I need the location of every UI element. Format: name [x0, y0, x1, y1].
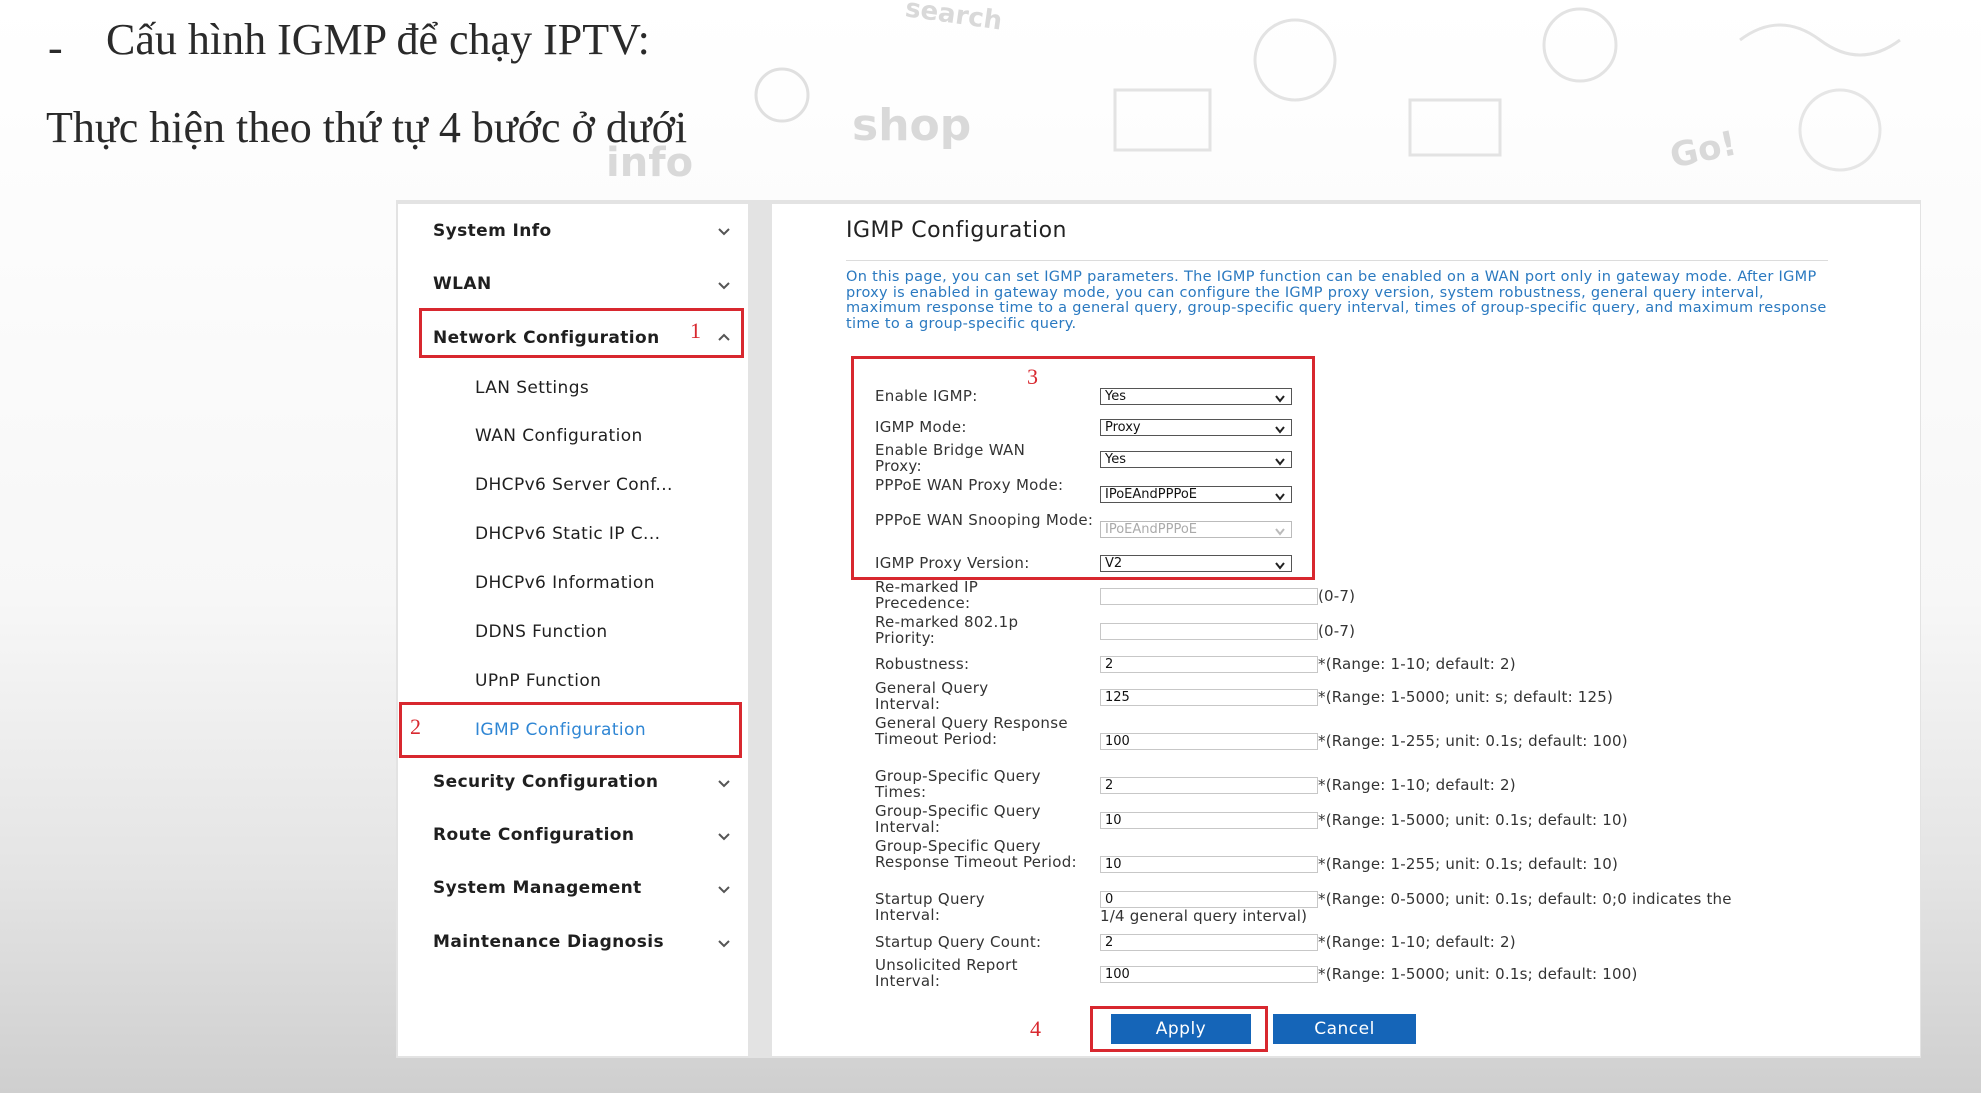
- sidebar-item-maintenance-diagnosis[interactable]: Maintenance Diagnosis: [433, 932, 664, 952]
- ip-precedence-input[interactable]: [1100, 588, 1318, 605]
- sidebar-item-wan-configuration[interactable]: WAN Configuration: [475, 426, 643, 446]
- general-query-interval-label: General Query Interval:: [875, 679, 989, 713]
- ip-precedence-label: Re-marked IP Precedence:: [875, 578, 979, 612]
- startup-query-interval-hint-cont: 1/4 general query interval): [1100, 907, 1308, 925]
- chevron-down-icon: [1275, 559, 1285, 574]
- step4-number: 4: [1030, 1016, 1041, 1041]
- priority-8021p-hint: (0-7): [1318, 622, 1356, 640]
- chevron-down-icon: [1275, 525, 1285, 540]
- chevron-down-icon: [1275, 392, 1285, 407]
- unsolicited-report-interval-input[interactable]: 100: [1100, 966, 1318, 983]
- cancel-button[interactable]: Cancel: [1273, 1014, 1416, 1044]
- pppoe-proxy-mode-value: IPoEAndPPPoE: [1105, 487, 1197, 502]
- sidebar-item-dhcpv6-static-ip[interactable]: DHCPv6 Static IP C...: [475, 524, 660, 544]
- priority-8021p-input[interactable]: [1100, 623, 1318, 640]
- chevron-down-icon[interactable]: [718, 226, 730, 238]
- enable-igmp-label: Enable IGMP:: [875, 387, 978, 405]
- sidebar-item-security-configuration[interactable]: Security Configuration: [433, 772, 658, 792]
- gs-query-interval-input[interactable]: 10: [1100, 812, 1318, 829]
- enable-igmp-select[interactable]: Yes: [1100, 388, 1292, 405]
- igmp-mode-select[interactable]: Proxy: [1100, 419, 1292, 436]
- general-query-timeout-hint: *(Range: 1-255; unit: 0.1s; default: 100…: [1318, 732, 1628, 750]
- chevron-down-icon[interactable]: [718, 778, 730, 790]
- sidebar-item-system-info[interactable]: System Info: [433, 221, 552, 241]
- page-title: IGMP Configuration: [846, 218, 1067, 243]
- robustness-input[interactable]: 2: [1100, 656, 1318, 673]
- slide-subheading: Thực hiện theo thứ tự 4 bước ở dưới: [46, 103, 688, 152]
- proxy-version-label: IGMP Proxy Version:: [875, 554, 1030, 572]
- slide-heading: Cấu hình IGMP để chạy IPTV:: [106, 15, 650, 64]
- robustness-label: Robustness:: [875, 655, 970, 673]
- robustness-hint: *(Range: 1-10; default: 2): [1318, 655, 1516, 673]
- chevron-down-icon: [1275, 490, 1285, 505]
- startup-query-count-label: Startup Query Count:: [875, 933, 1042, 951]
- sidebar-item-wlan[interactable]: WLAN: [433, 274, 492, 294]
- apply-button[interactable]: Apply: [1111, 1014, 1251, 1044]
- step2-number: 2: [410, 714, 421, 739]
- startup-query-count-hint: *(Range: 1-10; default: 2): [1318, 933, 1516, 951]
- chevron-down-icon[interactable]: [718, 831, 730, 843]
- chevron-down-icon[interactable]: [718, 280, 730, 292]
- startup-query-interval-input[interactable]: 0: [1100, 891, 1318, 908]
- title-divider: [846, 260, 1828, 261]
- gs-query-interval-label: Group-Specific Query Interval:: [875, 802, 1041, 836]
- priority-8021p-label: Re-marked 802.1p Priority:: [875, 613, 1019, 647]
- ip-precedence-hint: (0-7): [1318, 587, 1356, 605]
- sidebar-item-upnp-function[interactable]: UPnP Function: [475, 671, 601, 691]
- page-description: On this page, you can set IGMP parameter…: [846, 269, 1827, 332]
- step2-highlight: [399, 702, 742, 758]
- pppoe-snooping-mode-label: PPPoE WAN Snooping Mode:: [875, 511, 1094, 529]
- proxy-version-value: V2: [1105, 556, 1123, 571]
- sidebar-item-lan-settings[interactable]: LAN Settings: [475, 378, 589, 398]
- enable-igmp-value: Yes: [1105, 389, 1126, 404]
- sidebar-item-system-management[interactable]: System Management: [433, 878, 642, 898]
- startup-query-interval-hint: *(Range: 0-5000; unit: 0.1s; default: 0;…: [1318, 890, 1732, 908]
- startup-query-interval-label: Startup Query Interval:: [875, 890, 985, 924]
- pppoe-proxy-mode-label: PPPoE WAN Proxy Mode:: [875, 476, 1064, 494]
- sidebar-item-ddns-function[interactable]: DDNS Function: [475, 622, 608, 642]
- gs-query-interval-hint: *(Range: 1-5000; unit: 0.1s; default: 10…: [1318, 811, 1628, 829]
- gs-query-times-hint: *(Range: 1-10; default: 2): [1318, 776, 1516, 794]
- unsolicited-report-interval-label: Unsolicited Report Interval:: [875, 956, 1018, 990]
- unsolicited-report-interval-hint: *(Range: 1-5000; unit: 0.1s; default: 10…: [1318, 965, 1638, 983]
- chevron-down-icon[interactable]: [718, 884, 730, 896]
- sidebar-item-route-configuration[interactable]: Route Configuration: [433, 825, 634, 845]
- general-query-timeout-input[interactable]: 100: [1100, 733, 1318, 750]
- step3-number: 3: [1027, 364, 1038, 389]
- gs-query-timeout-input[interactable]: 10: [1100, 856, 1318, 873]
- chevron-down-icon: [1275, 423, 1285, 438]
- chevron-down-icon[interactable]: [718, 938, 730, 950]
- startup-query-count-input[interactable]: 2: [1100, 934, 1318, 951]
- general-query-timeout-label: General Query Response Timeout Period:: [875, 714, 1068, 748]
- chevron-down-icon: [1275, 455, 1285, 470]
- gs-query-timeout-label: Group-Specific Query Response Timeout Pe…: [875, 837, 1077, 871]
- bridge-wan-proxy-select[interactable]: Yes: [1100, 451, 1292, 468]
- general-query-interval-hint: *(Range: 1-5000; unit: s; default: 125): [1318, 688, 1614, 706]
- pppoe-proxy-mode-select[interactable]: IPoEAndPPPoE: [1100, 486, 1292, 503]
- general-query-interval-input[interactable]: 125: [1100, 689, 1318, 706]
- pppoe-snooping-mode-select: IPoEAndPPPoE: [1100, 521, 1292, 538]
- igmp-mode-label: IGMP Mode:: [875, 418, 967, 436]
- igmp-mode-value: Proxy: [1105, 420, 1141, 435]
- pppoe-snooping-mode-value: IPoEAndPPPoE: [1105, 522, 1197, 537]
- sidebar-item-dhcpv6-information[interactable]: DHCPv6 Information: [475, 573, 655, 593]
- bridge-wan-proxy-label: Enable Bridge WAN Proxy:: [875, 441, 1026, 475]
- bridge-wan-proxy-value: Yes: [1105, 452, 1126, 467]
- step1-number: 1: [690, 318, 701, 343]
- slide-bullet: -: [48, 23, 63, 72]
- proxy-version-select[interactable]: V2: [1100, 555, 1292, 572]
- gs-query-times-input[interactable]: 2: [1100, 777, 1318, 794]
- gs-query-timeout-hint: *(Range: 1-255; unit: 0.1s; default: 10): [1318, 855, 1619, 873]
- gs-query-times-label: Group-Specific Query Times:: [875, 767, 1041, 801]
- sidebar-item-dhcpv6-server[interactable]: DHCPv6 Server Conf...: [475, 475, 673, 495]
